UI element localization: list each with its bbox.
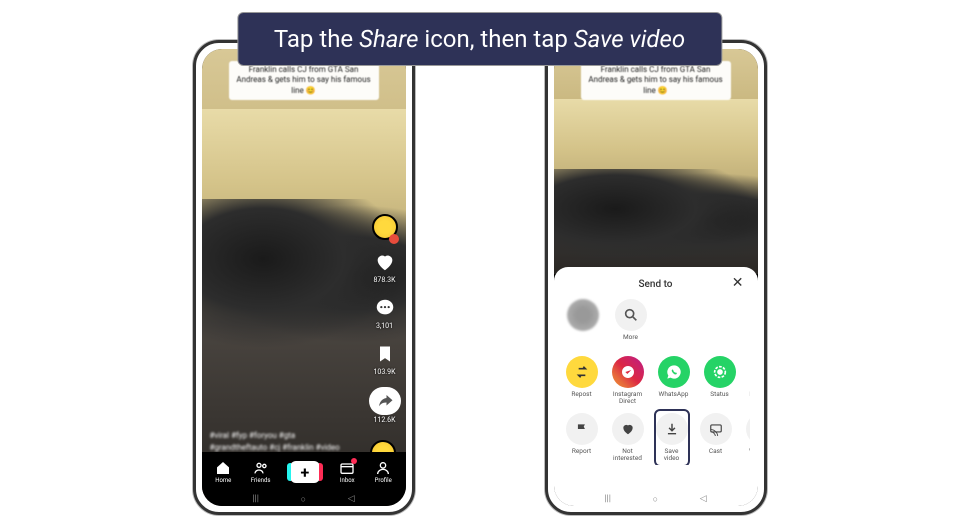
share-apps-row: Repost Instagram Direct WhatsApp (562, 350, 750, 407)
instagram-option[interactable]: Instagram Direct (610, 356, 646, 405)
instagram-icon (612, 356, 644, 388)
more-contacts[interactable]: More (612, 299, 650, 348)
video-caption: Franklin calls CJ from GTA San Andreas &… (581, 61, 731, 100)
contact-avatar[interactable] (564, 299, 602, 348)
back-soft-icon[interactable]: ◁ (348, 494, 355, 504)
status-icon (704, 356, 736, 388)
repost-label: Repost (571, 391, 591, 405)
nav-home-label: Home (215, 477, 231, 484)
why-this-option[interactable]: ? Why this video (744, 413, 750, 462)
nav-inbox[interactable]: Inbox (339, 460, 355, 484)
whatsapp-label: WhatsApp (659, 391, 689, 405)
nav-inbox-label: Inbox (340, 477, 355, 484)
nav-profile-label: Profile (375, 477, 392, 484)
search-icon (615, 299, 647, 331)
question-icon: ? (746, 413, 750, 445)
heart-broken-icon (612, 413, 644, 445)
inbox-notification-dot (351, 458, 357, 464)
instagram-label: Instagram Direct (610, 391, 646, 405)
home-icon (215, 460, 231, 476)
nav-friends[interactable]: Friends (251, 460, 271, 484)
flag-icon (566, 413, 598, 445)
android-nav-bar: ||| ○ ◁ (554, 492, 758, 506)
banner-text-1: Tap the (274, 25, 359, 53)
home-soft-icon[interactable]: ○ (653, 494, 658, 505)
avatar-emoji-icon[interactable] (372, 214, 398, 240)
not-interested-label: Not interested (610, 448, 646, 462)
heart-icon (372, 249, 398, 275)
whatsapp-icon (658, 356, 690, 388)
save-count: 103.9K (374, 368, 396, 376)
like-button[interactable]: 878.3K (372, 249, 398, 284)
profile-icon (375, 460, 391, 476)
download-icon (656, 413, 688, 445)
video-caption: Franklin calls CJ from GTA San Andreas &… (229, 61, 379, 100)
close-icon[interactable]: ✕ (732, 275, 744, 291)
share-actions-row: Report Not interested Save video (562, 407, 750, 464)
whatsapp-option[interactable]: WhatsApp (656, 356, 692, 405)
recents-icon[interactable]: ||| (604, 494, 611, 504)
share-icon (369, 387, 401, 415)
save-button[interactable]: 103.9K (372, 341, 398, 376)
phone-left: Franklin calls CJ from GTA San Andreas &… (193, 40, 415, 515)
cast-icon (700, 413, 732, 445)
status-label: Status (710, 391, 729, 405)
video-people-area (554, 169, 758, 269)
report-label: Report (572, 448, 591, 462)
nav-profile[interactable]: Profile (375, 460, 392, 484)
like-count: 878.3K (374, 276, 396, 284)
nav-friends-label: Friends (251, 477, 271, 484)
save-video-label: Save video (658, 448, 686, 462)
not-interested-option[interactable]: Not interested (610, 413, 646, 462)
repost-icon (566, 356, 598, 388)
status-option[interactable]: Status (702, 356, 738, 405)
banner-text-2: icon, then tap (418, 25, 573, 53)
friends-icon (253, 460, 269, 476)
cast-label: Cast (709, 448, 722, 462)
report-option[interactable]: Report (564, 413, 600, 462)
comment-count: 3,101 (376, 322, 393, 330)
bookmark-icon (372, 341, 398, 367)
repost-option[interactable]: Repost (564, 356, 600, 405)
back-soft-icon[interactable]: ◁ (700, 494, 707, 504)
why-this-label: Why this video (744, 448, 750, 462)
comment-button[interactable]: 3,101 (372, 295, 398, 330)
more-label: More (623, 334, 638, 348)
bottom-nav: Home Friends + Inbox Profile (202, 452, 406, 492)
messenger-option[interactable]: Messenger (748, 356, 750, 405)
instruction-banner: Tap the Share icon, then tap Save video (237, 12, 722, 66)
action-rail: 878.3K 3,101 103.9K (369, 249, 401, 424)
phone-right: Franklin calls CJ from GTA San Andreas &… (545, 40, 767, 515)
send-to-row: More (562, 293, 750, 350)
banner-save-word: Save video (574, 25, 685, 53)
share-sheet-title: Send to (639, 279, 673, 290)
share-button[interactable]: 112.6K (369, 387, 401, 424)
recents-icon[interactable]: ||| (252, 494, 259, 504)
android-nav-bar: ||| ○ ◁ (202, 492, 406, 506)
comment-icon (372, 295, 398, 321)
avatar-icon (567, 299, 599, 331)
save-video-option[interactable]: Save video (654, 409, 690, 464)
banner-share-word: Share (359, 25, 418, 53)
cast-option[interactable]: Cast (698, 413, 734, 462)
nav-create[interactable]: + (290, 461, 320, 483)
share-count: 112.6K (374, 416, 396, 424)
nav-home[interactable]: Home (215, 460, 231, 484)
share-sheet: Send to ✕ More (554, 267, 758, 492)
home-soft-icon[interactable]: ○ (301, 494, 306, 505)
